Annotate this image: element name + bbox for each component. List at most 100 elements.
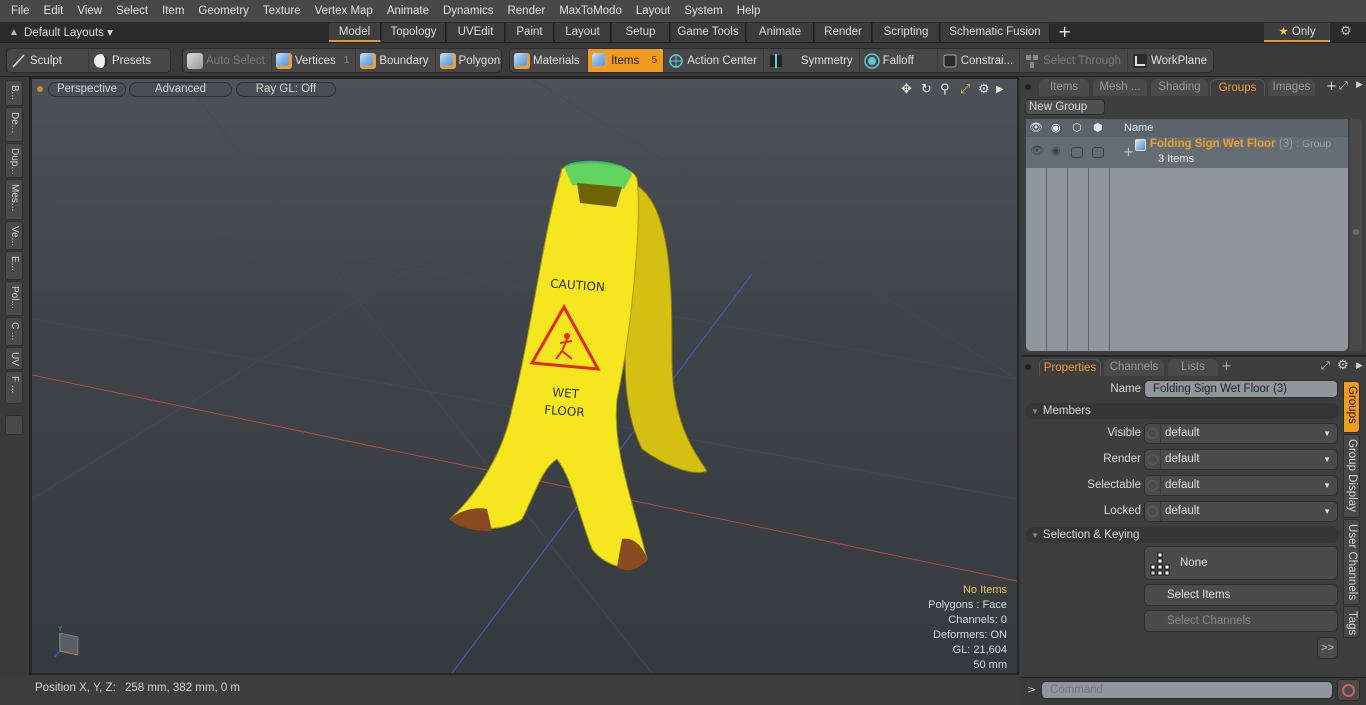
menu-texture[interactable]: Texture <box>256 0 308 22</box>
layout-tab-topology[interactable]: Topology <box>382 23 446 42</box>
render-camera-icon[interactable]: ◉ <box>1051 119 1061 137</box>
shading-dropdown[interactable]: Advanced <box>129 82 232 97</box>
left-tab-extra[interactable] <box>5 415 23 435</box>
presets-button[interactable]: Presets <box>89 49 157 72</box>
menu-layout[interactable]: Layout <box>629 0 678 22</box>
add-tab-button[interactable]: + <box>1221 359 1232 374</box>
workplane-button[interactable]: WorkPlane <box>1128 49 1213 72</box>
menu-file[interactable]: File <box>4 0 37 22</box>
constraints-button[interactable]: Constrai... <box>938 49 1021 72</box>
layout-tab-paint[interactable]: Paint <box>506 23 554 42</box>
move-view-icon[interactable]: ✥ <box>901 82 912 97</box>
menu-view[interactable]: View <box>70 0 109 22</box>
visibility-eye-icon[interactable]: 👁 <box>1029 119 1043 137</box>
layout-tab-model[interactable]: Model <box>329 23 381 42</box>
items-button[interactable]: Items 5 <box>588 49 665 72</box>
auto-select-button[interactable]: Auto Select <box>183 49 272 72</box>
command-input[interactable] <box>1041 681 1333 699</box>
left-tab-3[interactable]: Mes... <box>5 179 23 220</box>
group-row[interactable]: 👁 ◉ + Folding Sign Wet Floor (3) : Group… <box>1026 137 1348 168</box>
only-button[interactable]: ★ Only <box>1264 23 1330 42</box>
default-layouts-dropdown[interactable]: ▲ Default Layouts ▾ <box>4 22 113 42</box>
groups-panel-tab-images[interactable]: Images <box>1268 79 1315 96</box>
properties-tab-lists[interactable]: Lists <box>1168 359 1218 376</box>
scroll-handle[interactable] <box>1353 229 1359 235</box>
side-tab-tags[interactable]: Tags <box>1343 606 1360 638</box>
expand-panel-icon[interactable]: ⤢ <box>1339 79 1348 93</box>
gear-icon[interactable]: ⚙ <box>978 82 990 97</box>
menu-geometry[interactable]: Geometry <box>191 0 256 22</box>
members-section[interactable]: ▼ Members <box>1026 403 1339 419</box>
left-tab-7[interactable]: C ... <box>5 317 23 346</box>
menu-vertex-map[interactable]: Vertex Map <box>308 0 380 22</box>
menu-item[interactable]: Item <box>155 0 191 22</box>
left-tab-9[interactable]: F ... <box>5 371 23 404</box>
side-tab-user-channels[interactable]: User Channels <box>1343 519 1360 605</box>
menu-dynamics[interactable]: Dynamics <box>436 0 500 22</box>
select-through-button[interactable]: Select Through <box>1020 49 1128 72</box>
dropdown-locked[interactable]: default ▼ <box>1144 501 1338 522</box>
dropdown-visible[interactable]: default ▼ <box>1144 423 1338 444</box>
zoom-view-icon[interactable]: ⚲ <box>940 82 950 97</box>
collapse-arrow-icon[interactable]: ▲ <box>4 27 24 38</box>
row-lock-checkbox[interactable] <box>1092 147 1104 158</box>
select-items-button[interactable]: Select Items <box>1144 584 1338 606</box>
symmetry-button[interactable]: Symmetry <box>764 49 860 72</box>
gear-icon[interactable]: ⚙ <box>1340 24 1352 39</box>
properties-tab-channels[interactable]: Channels <box>1104 359 1164 376</box>
viewport-options-dot[interactable] <box>37 86 43 92</box>
groups-list-scrollbar[interactable] <box>1350 119 1362 351</box>
expand-row-button[interactable]: + <box>1123 145 1134 160</box>
select-channels-button[interactable]: Select Channels <box>1144 610 1338 632</box>
groups-panel-tab-items[interactable]: Items <box>1039 79 1089 96</box>
layout-tab-setup[interactable]: Setup <box>612 23 670 42</box>
dropdown-selectable[interactable]: default ▼ <box>1144 475 1338 496</box>
add-layout-tab-button[interactable]: + <box>1058 22 1071 42</box>
row-visibility-eye-icon[interactable]: 👁 <box>1030 144 1044 157</box>
layout-tab-scripting[interactable]: Scripting <box>873 23 940 42</box>
groups-panel-tab-groups[interactable]: Groups <box>1210 79 1265 96</box>
play-arrow-icon[interactable]: ▶ <box>996 84 1004 95</box>
menu-system[interactable]: System <box>677 0 729 22</box>
materials-button[interactable]: Materials <box>510 49 589 72</box>
radio-indicator[interactable] <box>1147 454 1158 465</box>
left-tab-8[interactable]: UV <box>5 347 23 370</box>
row-selectable-checkbox[interactable] <box>1071 147 1083 158</box>
menu-edit[interactable]: Edit <box>37 0 71 22</box>
perspective-dropdown[interactable]: Perspective <box>48 82 126 97</box>
left-tab-4[interactable]: Ve... <box>5 221 23 250</box>
add-tab-button[interactable]: + <box>1326 79 1337 94</box>
raygl-toggle[interactable]: Ray GL: Off <box>236 82 336 97</box>
panel-options-dot[interactable] <box>1025 364 1031 370</box>
gear-icon[interactable]: ⚙ <box>1337 358 1349 373</box>
selectable-cube-icon[interactable]: ⬡ <box>1072 119 1082 137</box>
radio-indicator[interactable] <box>1147 480 1158 491</box>
row-render-icon[interactable]: ◉ <box>1051 144 1061 157</box>
name-column-header[interactable]: Name <box>1124 119 1153 137</box>
new-group-button[interactable]: New Group <box>1025 99 1105 115</box>
sculpt-button[interactable]: Sculpt <box>7 49 89 72</box>
layout-tab-uvedit[interactable]: UVEdit <box>447 23 505 42</box>
left-tab-1[interactable]: De... <box>5 107 23 142</box>
radio-indicator[interactable] <box>1147 506 1158 517</box>
expand-panel-icon[interactable]: ⤢ <box>1321 359 1330 373</box>
layout-tab-layout[interactable]: Layout <box>555 23 611 42</box>
maximize-icon[interactable]: ⤢ <box>960 82 970 97</box>
panel-options-dot[interactable] <box>1025 84 1031 90</box>
record-macro-button[interactable] <box>1337 679 1360 701</box>
menu-animate[interactable]: Animate <box>380 0 436 22</box>
menu-select[interactable]: Select <box>109 0 155 22</box>
layout-tab-render[interactable]: Render <box>815 23 872 42</box>
selection-set-none-button[interactable]: None <box>1144 546 1338 580</box>
left-tab-6[interactable]: Pol... <box>5 281 23 316</box>
polygons-button[interactable]: Polygons <box>436 49 501 72</box>
falloff-button[interactable]: Falloff <box>860 49 938 72</box>
rotate-view-icon[interactable]: ↻ <box>921 82 932 97</box>
left-tab-0[interactable]: B... <box>5 80 23 106</box>
left-tab-2[interactable]: Dup... <box>5 143 23 178</box>
menu-maxtomodo[interactable]: MaxToModo <box>552 0 629 22</box>
side-tab-groups[interactable]: Groups <box>1343 381 1360 433</box>
groups-panel-tab-mesh[interactable]: Mesh ... <box>1093 79 1147 96</box>
radio-indicator[interactable] <box>1147 428 1158 439</box>
layout-tab-schematic-fusion[interactable]: Schematic Fusion <box>941 23 1050 42</box>
